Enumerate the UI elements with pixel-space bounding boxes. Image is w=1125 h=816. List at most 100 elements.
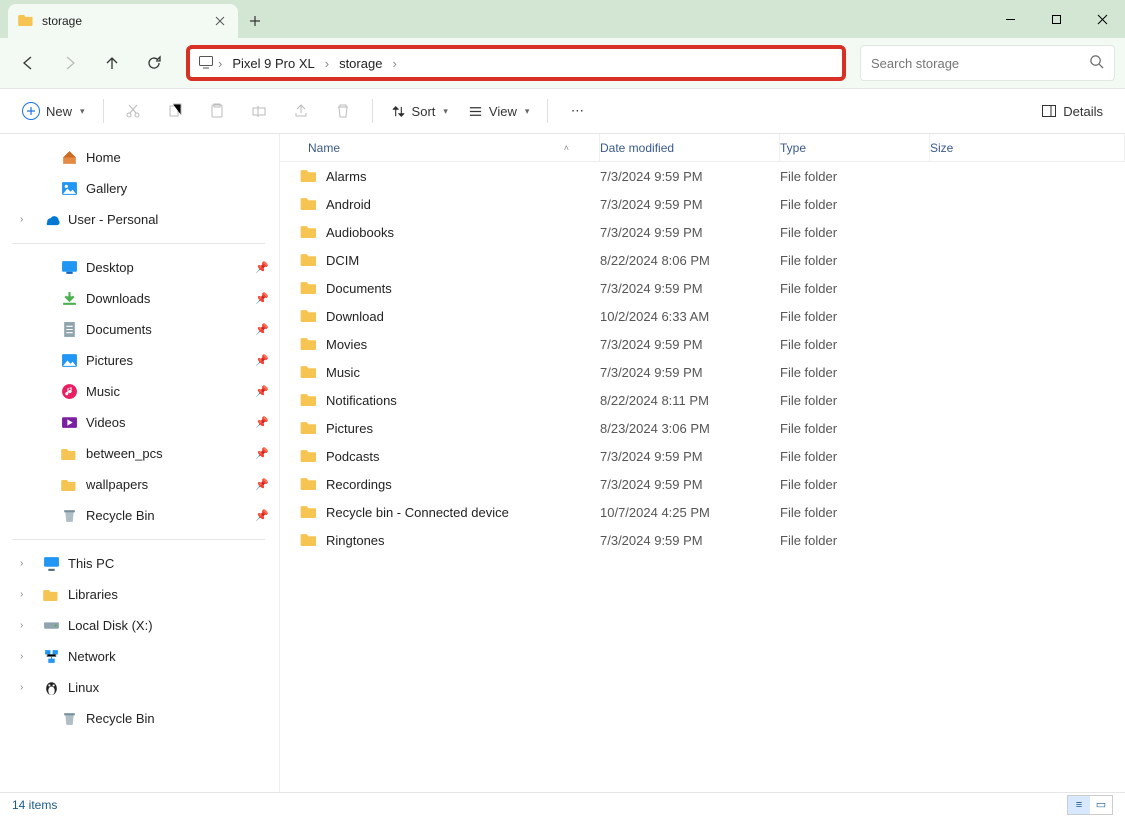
folder-row[interactable]: Ringtones7/3/2024 9:59 PMFile folder — [280, 526, 1125, 554]
view-button[interactable]: View ▾ — [460, 95, 537, 127]
close-icon[interactable] — [212, 13, 228, 29]
search-icon[interactable] — [1089, 54, 1104, 72]
sidebar-item-home[interactable]: Home — [8, 142, 275, 173]
cut-button[interactable] — [114, 95, 152, 127]
folder-icon — [300, 224, 318, 241]
sidebar-item-gallery[interactable]: Gallery — [8, 173, 275, 204]
details-view-icon[interactable]: ≡ — [1068, 796, 1090, 814]
folder-row[interactable]: Android7/3/2024 9:59 PMFile folder — [280, 190, 1125, 218]
folder-row[interactable]: Download10/2/2024 6:33 AMFile folder — [280, 302, 1125, 330]
address-bar[interactable]: › Pixel 9 Pro XL › storage › — [186, 45, 846, 81]
pin-icon: 📌 — [255, 261, 269, 274]
folder-row[interactable]: Notifications8/22/2024 8:11 PMFile folde… — [280, 386, 1125, 414]
gallery-icon — [60, 180, 78, 198]
chevron-right-icon[interactable]: › — [325, 56, 329, 71]
chevron-right-icon[interactable]: › — [20, 651, 34, 662]
sidebar-item-recycle-bin[interactable]: Recycle Bin — [8, 703, 275, 734]
column-date[interactable]: Date modified — [600, 134, 780, 161]
folder-icon — [60, 445, 78, 463]
more-button[interactable]: ⋯ — [558, 95, 596, 127]
documents-icon — [60, 321, 78, 339]
chevron-right-icon[interactable]: › — [392, 56, 396, 71]
folder-row[interactable]: Recordings7/3/2024 9:59 PMFile folder — [280, 470, 1125, 498]
folder-row[interactable]: Podcasts7/3/2024 9:59 PMFile folder — [280, 442, 1125, 470]
sidebar-item-desktop[interactable]: Desktop📌 — [8, 252, 275, 283]
column-headers[interactable]: Name˄ Date modified Type Size — [280, 134, 1125, 162]
details-button[interactable]: Details — [1033, 95, 1111, 127]
minimize-button[interactable] — [987, 0, 1033, 38]
navigation-sidebar[interactable]: HomeGallery›User - Personal Desktop📌Down… — [0, 134, 280, 792]
item-count: 14 items — [12, 798, 57, 812]
sidebar-item-this-pc[interactable]: ›This PC — [8, 548, 275, 579]
search-box[interactable] — [860, 45, 1115, 81]
sidebar-item-local-disk-x-[interactable]: ›Local Disk (X:) — [8, 610, 275, 641]
downloads-icon — [60, 290, 78, 308]
chevron-right-icon[interactable]: › — [20, 589, 34, 600]
folder-row[interactable]: DCIM8/22/2024 8:06 PMFile folder — [280, 246, 1125, 274]
column-size[interactable]: Size — [930, 134, 1125, 161]
sidebar-item-label: Videos — [86, 415, 247, 430]
sidebar-item-wallpapers[interactable]: wallpapers📌 — [8, 469, 275, 500]
sidebar-item-between-pcs[interactable]: between_pcs📌 — [8, 438, 275, 469]
column-name[interactable]: Name˄ — [280, 134, 600, 161]
up-button[interactable] — [94, 45, 130, 81]
folder-row[interactable]: Audiobooks7/3/2024 9:59 PMFile folder — [280, 218, 1125, 246]
close-window-button[interactable] — [1079, 0, 1125, 38]
tab-title: storage — [42, 14, 204, 28]
sidebar-item-network[interactable]: ›Network — [8, 641, 275, 672]
chevron-right-icon[interactable]: › — [20, 558, 34, 569]
folder-row[interactable]: Alarms7/3/2024 9:59 PMFile folder — [280, 162, 1125, 190]
delete-button[interactable] — [324, 95, 362, 127]
folder-row[interactable]: Music7/3/2024 9:59 PMFile folder — [280, 358, 1125, 386]
date-modified: 8/22/2024 8:11 PM — [600, 393, 780, 408]
forward-button[interactable] — [52, 45, 88, 81]
pin-icon: 📌 — [255, 416, 269, 429]
rename-button[interactable] — [240, 95, 278, 127]
new-button[interactable]: New ▾ — [14, 95, 93, 127]
tab-storage[interactable]: storage — [8, 4, 238, 38]
navigation-bar: › Pixel 9 Pro XL › storage › — [0, 38, 1125, 88]
sidebar-item-user-personal[interactable]: ›User - Personal — [8, 204, 275, 235]
file-list[interactable]: Alarms7/3/2024 9:59 PMFile folderAndroid… — [280, 162, 1125, 792]
sidebar-item-recycle-bin[interactable]: Recycle Bin📌 — [8, 500, 275, 531]
sidebar-item-linux[interactable]: ›Linux — [8, 672, 275, 703]
view-mode-toggle[interactable]: ≡ ▭ — [1067, 795, 1113, 815]
sidebar-item-libraries[interactable]: ›Libraries — [8, 579, 275, 610]
sidebar-item-music[interactable]: Music📌 — [8, 376, 275, 407]
back-button[interactable] — [10, 45, 46, 81]
sidebar-item-pictures[interactable]: Pictures📌 — [8, 345, 275, 376]
breadcrumb-item[interactable]: Pixel 9 Pro XL — [226, 52, 320, 75]
folder-name: DCIM — [326, 253, 359, 268]
share-button[interactable] — [282, 95, 320, 127]
breadcrumb-item[interactable]: storage — [333, 52, 388, 75]
folder-row[interactable]: Pictures8/23/2024 3:06 PMFile folder — [280, 414, 1125, 442]
folder-row[interactable]: Documents7/3/2024 9:59 PMFile folder — [280, 274, 1125, 302]
date-modified: 7/3/2024 9:59 PM — [600, 337, 780, 352]
folder-row[interactable]: Recycle bin - Connected device10/7/2024 … — [280, 498, 1125, 526]
paste-button[interactable] — [198, 95, 236, 127]
folder-name: Pictures — [326, 421, 373, 436]
title-bar: storage — [0, 0, 1125, 38]
chevron-right-icon[interactable]: › — [20, 682, 34, 693]
folder-row[interactable]: Movies7/3/2024 9:59 PMFile folder — [280, 330, 1125, 358]
refresh-button[interactable] — [136, 45, 172, 81]
column-type[interactable]: Type — [780, 134, 930, 161]
sort-button[interactable]: Sort ▾ — [383, 95, 456, 127]
folder-icon — [300, 532, 318, 549]
search-input[interactable] — [871, 56, 1089, 71]
folder-icon — [300, 168, 318, 185]
folder-icon — [300, 476, 318, 493]
chevron-right-icon[interactable]: › — [20, 214, 34, 225]
sidebar-item-videos[interactable]: Videos 📌 — [8, 407, 275, 438]
copy-button[interactable] — [156, 95, 194, 127]
chevron-right-icon[interactable]: › — [218, 56, 222, 71]
chevron-right-icon[interactable]: › — [20, 620, 34, 631]
sidebar-item-documents[interactable]: Documents📌 — [8, 314, 275, 345]
thumbnails-view-icon[interactable]: ▭ — [1090, 796, 1112, 814]
maximize-button[interactable] — [1033, 0, 1079, 38]
new-tab-button[interactable] — [238, 4, 272, 38]
file-type: File folder — [780, 393, 930, 408]
folder-name: Alarms — [326, 169, 366, 184]
sidebar-item-downloads[interactable]: Downloads📌 — [8, 283, 275, 314]
file-type: File folder — [780, 225, 930, 240]
